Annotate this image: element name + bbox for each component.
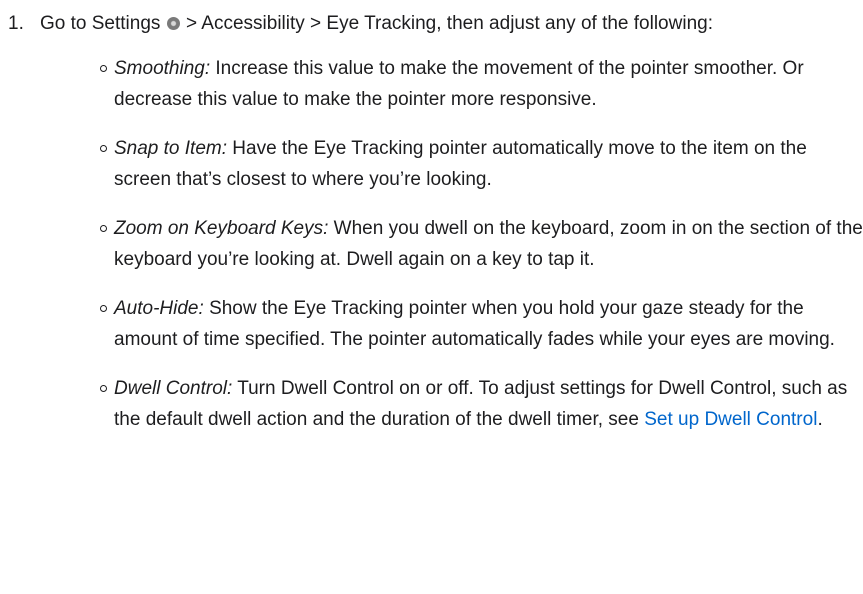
bullet-circle-icon: [100, 385, 107, 392]
trailing-period: .: [817, 409, 823, 430]
bullet-circle-icon: [100, 65, 107, 72]
step-instruction: Go to Settings > Accessibility > Eye Tra…: [40, 8, 850, 39]
set-up-dwell-control-link[interactable]: Set up Dwell Control: [644, 409, 817, 430]
option-dwell-control: Dwell Control: Turn Dwell Control on or …: [100, 373, 863, 435]
option-term: Smoothing:: [114, 58, 211, 79]
option-description: Show the Eye Tracking pointer when you h…: [114, 298, 835, 350]
bullet-circle-icon: [100, 305, 107, 312]
option-description: Increase this value to make the movement…: [114, 58, 804, 110]
option-smoothing: Smoothing: Increase this value to make t…: [100, 53, 863, 115]
option-term: Dwell Control:: [114, 378, 233, 399]
option-auto-hide: Auto-Hide: Show the Eye Tracking pointer…: [100, 293, 863, 355]
bullet-circle-icon: [100, 225, 107, 232]
option-zoom-on-keyboard-keys: Zoom on Keyboard Keys: When you dwell on…: [100, 213, 863, 275]
step-1: 1. Go to Settings > Accessibility > Eye …: [0, 0, 863, 435]
option-term: Zoom on Keyboard Keys:: [114, 218, 329, 239]
options-list: Smoothing: Increase this value to make t…: [40, 53, 863, 435]
option-term: Auto-Hide:: [114, 298, 204, 319]
option-term: Snap to Item:: [114, 138, 228, 159]
instruction-text-start: Go to Settings: [40, 13, 161, 34]
settings-gear-icon: [166, 17, 180, 30]
step-number: 1.: [8, 13, 24, 34]
instruction-text-end: > Accessibility > Eye Tracking, then adj…: [185, 13, 713, 34]
option-snap-to-item: Snap to Item: Have the Eye Tracking poin…: [100, 133, 863, 195]
bullet-circle-icon: [100, 145, 107, 152]
